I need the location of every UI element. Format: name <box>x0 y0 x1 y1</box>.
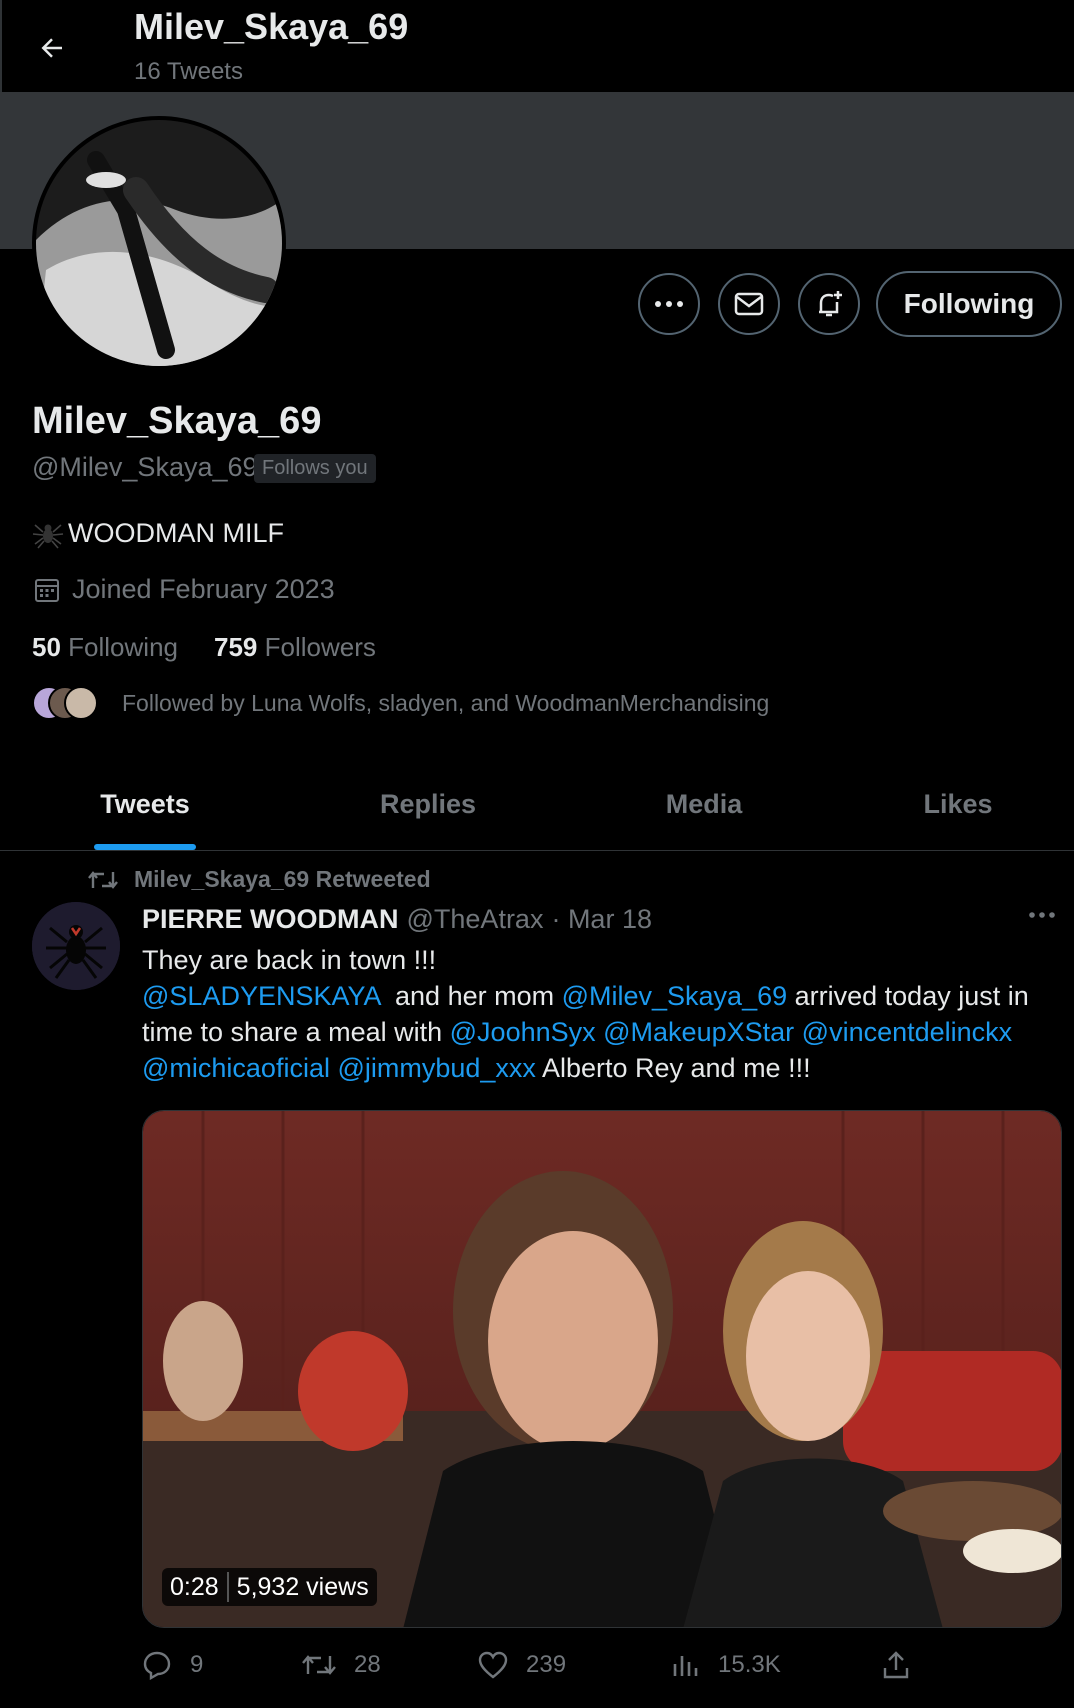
message-button[interactable] <box>718 273 780 335</box>
bio: WOODMAN MILF <box>32 518 284 549</box>
mention-link[interactable]: @jimmybud_xxx <box>337 1053 535 1083</box>
retweet-button[interactable]: 28 <box>302 1650 478 1680</box>
tweet-actions: 9 28 239 15.3K <box>142 1650 922 1680</box>
back-button[interactable] <box>30 26 74 70</box>
tweet-body: @SLADYENSKAYA and her mom @Milev_Skaya_6… <box>142 978 1062 1086</box>
profile-avatar[interactable] <box>32 116 286 370</box>
video-views: 5,932 views <box>236 1572 369 1601</box>
share-button[interactable] <box>882 1650 910 1680</box>
following-label: Following <box>68 632 178 662</box>
profile-tabs: Tweets Replies Media Likes <box>0 758 1074 851</box>
retweet-context[interactable]: Milev_Skaya_69 Retweeted <box>88 866 431 893</box>
profile-handle: @Milev_Skaya_69 <box>32 452 258 482</box>
video-badge: 0:28 5,932 views <box>162 1568 377 1606</box>
views-button[interactable]: 15.3K <box>672 1650 882 1680</box>
display-name: Milev_Skaya_69 <box>32 400 322 442</box>
spider-logo-image <box>32 902 120 990</box>
tab-tweets[interactable]: Tweets <box>0 758 290 850</box>
video-duration: 0:28 <box>170 1572 219 1601</box>
tweet-author-avatar[interactable] <box>32 902 120 990</box>
followed-by-row[interactable]: Followed by Luna Wolfs, sladyen, and Woo… <box>32 686 769 720</box>
like-button[interactable]: 239 <box>478 1650 672 1680</box>
tab-media[interactable]: Media <box>566 758 842 850</box>
calendar-icon <box>35 578 59 602</box>
mention-link[interactable]: @MakeupXStar <box>603 1017 794 1047</box>
avatar-image <box>36 120 282 366</box>
reply-icon <box>143 1651 171 1680</box>
mention-link[interactable]: @JoohnSyx <box>450 1017 596 1047</box>
tweet-author-handle[interactable]: @TheAtrax <box>407 904 544 935</box>
views-count: 15.3K <box>718 1651 781 1678</box>
spider-icon <box>32 523 64 549</box>
reply-count: 9 <box>190 1651 204 1678</box>
like-icon <box>478 1651 508 1679</box>
follow-stats: 50 Following 759 Followers <box>32 632 376 663</box>
retweet-count: 28 <box>354 1651 381 1678</box>
more-options-button[interactable] <box>638 273 700 335</box>
retweet-icon <box>302 1655 336 1675</box>
followed-by-text: Followed by Luna Wolfs, sladyen, and Woo… <box>122 689 770 716</box>
header-title: Milev_Skaya_69 <box>134 6 409 47</box>
like-count: 239 <box>526 1651 567 1678</box>
retweet-label: Milev_Skaya_69 Retweeted <box>134 866 431 892</box>
notifications-button[interactable] <box>798 273 860 335</box>
mention-link[interactable]: @michicaoficial <box>142 1053 330 1083</box>
tweet-text: They are back in town !!! @SLADYENSKAYA … <box>142 942 1062 1086</box>
mention-link[interactable]: @SLADYENSKAYA <box>142 981 380 1011</box>
tweet-header: PIERRE WOODMAN @TheAtrax · Mar 18 <box>142 904 652 935</box>
tweet-count: 16 Tweets <box>134 58 243 85</box>
followers-count: 759 <box>213 632 258 662</box>
followers-label: Followers <box>264 632 376 662</box>
views-icon <box>673 1656 698 1676</box>
notification-add-icon <box>819 291 842 317</box>
follows-you-badge: Follows you <box>254 454 376 483</box>
share-icon <box>883 1651 909 1679</box>
tab-likes[interactable]: Likes <box>842 758 1074 850</box>
reply-button[interactable]: 9 <box>142 1650 302 1680</box>
video-thumbnail <box>143 1111 1061 1627</box>
bio-text: WOODMAN MILF <box>68 518 284 548</box>
back-arrow-icon <box>41 38 62 58</box>
following-button[interactable]: Following <box>876 271 1062 337</box>
joined-text: Joined February 2023 <box>72 574 335 604</box>
mail-icon <box>734 292 764 316</box>
retweet-icon <box>88 870 118 889</box>
tweet-line-1: They are back in town !!! <box>142 945 437 975</box>
following-count: 50 <box>32 632 61 662</box>
tweet-video[interactable] <box>142 1110 1062 1628</box>
tab-replies[interactable]: Replies <box>290 758 566 850</box>
tweet-text-segment: and her mom <box>380 981 562 1011</box>
mutual-avatars <box>32 686 98 720</box>
tweet-author-name[interactable]: PIERRE WOODMAN <box>142 904 399 935</box>
tweet-date[interactable]: · Mar 18 <box>551 904 652 935</box>
tweet-more-button[interactable] <box>1028 906 1056 924</box>
tweet-text-segment: Alberto Rey and me !!! <box>535 1053 811 1083</box>
mention-link[interactable]: @vincentdelinckx <box>802 1017 1013 1047</box>
followers-link[interactable]: 759 Followers <box>214 632 376 663</box>
joined-date: Joined February 2023 <box>34 574 335 605</box>
following-link[interactable]: 50 Following <box>32 632 178 663</box>
more-icon <box>655 301 683 307</box>
mention-link[interactable]: @Milev_Skaya_69 <box>562 981 788 1011</box>
mutual-avatar <box>64 686 98 720</box>
more-icon <box>1029 912 1055 918</box>
